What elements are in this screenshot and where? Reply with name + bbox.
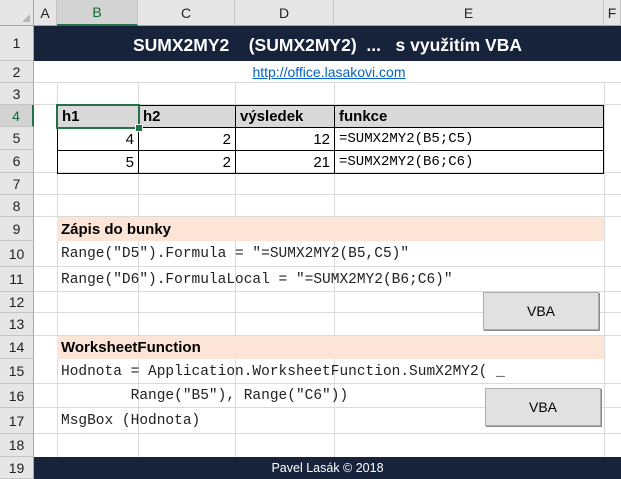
cell-c6[interactable]: 2 xyxy=(138,150,236,174)
code-line: MsgBox (Hodnota) xyxy=(61,413,201,429)
row-header-6[interactable]: 6 xyxy=(0,150,34,173)
row-header-8[interactable]: 8 xyxy=(0,195,34,217)
row-header-4[interactable]: 4 xyxy=(0,105,34,127)
row-header-15[interactable]: 15 xyxy=(0,359,34,384)
column-header-d[interactable]: D xyxy=(235,0,334,26)
cell-c5[interactable]: 2 xyxy=(138,127,236,151)
cell-e5[interactable]: =SUMX2MY2(B5;C5) xyxy=(334,127,604,151)
row-header-7[interactable]: 7 xyxy=(0,173,34,195)
column-header-f[interactable]: F xyxy=(604,0,621,26)
row-header-2[interactable]: 2 xyxy=(0,61,34,83)
row-header-5[interactable]: 5 xyxy=(0,127,34,150)
row-header-18[interactable]: 18 xyxy=(0,434,34,457)
code-line: Hodnota = Application.WorksheetFunction.… xyxy=(61,363,505,380)
table-header-function[interactable]: funkce xyxy=(334,105,604,128)
code-line: Range("D5").Formula = "=SUMX2MY2(B5,C5)" xyxy=(61,246,410,262)
column-header-e[interactable]: E xyxy=(334,0,604,26)
column-header-b[interactable]: B xyxy=(57,0,138,26)
website-link[interactable]: http://office.lasakovi.com xyxy=(234,61,424,83)
cell-e6[interactable]: =SUMX2MY2(B6;C6) xyxy=(334,150,604,174)
cell-b5[interactable]: 4 xyxy=(57,127,139,151)
column-header-a[interactable]: A xyxy=(34,0,57,26)
gridline xyxy=(34,194,621,195)
section-title-formula: Zápis do bunky xyxy=(61,220,172,238)
code-line: Range("D6").FormulaLocal = "=SUMX2MY2(B6… xyxy=(61,271,453,288)
spreadsheet: A B C D E F 1 2 3 4 5 6 7 8 9 10 11 12 1… xyxy=(0,0,621,479)
gridline xyxy=(604,83,605,457)
fill-handle[interactable] xyxy=(135,124,143,132)
row-header-13[interactable]: 13 xyxy=(0,313,34,336)
page-title: SUMX2MY2 (SUMX2MY2) ... s využitím VBA xyxy=(133,34,522,55)
table-header-result[interactable]: výsledek xyxy=(235,105,335,128)
code-line: Range("B5"), Range("C6")) xyxy=(61,388,349,404)
column-header-c[interactable]: C xyxy=(138,0,235,26)
vba-button-worksheet-function[interactable]: VBA xyxy=(485,388,601,426)
row-header-1[interactable]: 1 xyxy=(0,26,34,61)
selected-cell-outline xyxy=(56,104,140,129)
row-header-9[interactable]: 9 xyxy=(0,217,34,241)
row-header-3[interactable]: 3 xyxy=(0,83,34,105)
section-title-worksheet-function: WorksheetFunction xyxy=(61,339,201,356)
footer-text: Pavel Lasák © 2018 xyxy=(271,461,384,475)
row-header-16[interactable]: 16 xyxy=(0,384,34,408)
row-header-14[interactable]: 14 xyxy=(0,336,34,359)
vba-button-formula[interactable]: VBA xyxy=(483,292,599,330)
select-all-corner[interactable] xyxy=(0,0,34,26)
row-header-11[interactable]: 11 xyxy=(0,267,34,292)
row-header-10[interactable]: 10 xyxy=(0,241,34,267)
row-header-17[interactable]: 17 xyxy=(0,408,34,434)
table-header-h2[interactable]: h2 xyxy=(138,105,236,128)
row-header-12[interactable]: 12 xyxy=(0,292,34,313)
row-header-19[interactable]: 19 xyxy=(0,457,34,479)
cell-b6[interactable]: 5 xyxy=(57,150,139,174)
cell-d6[interactable]: 21 xyxy=(235,150,335,174)
cell-d5[interactable]: 12 xyxy=(235,127,335,151)
